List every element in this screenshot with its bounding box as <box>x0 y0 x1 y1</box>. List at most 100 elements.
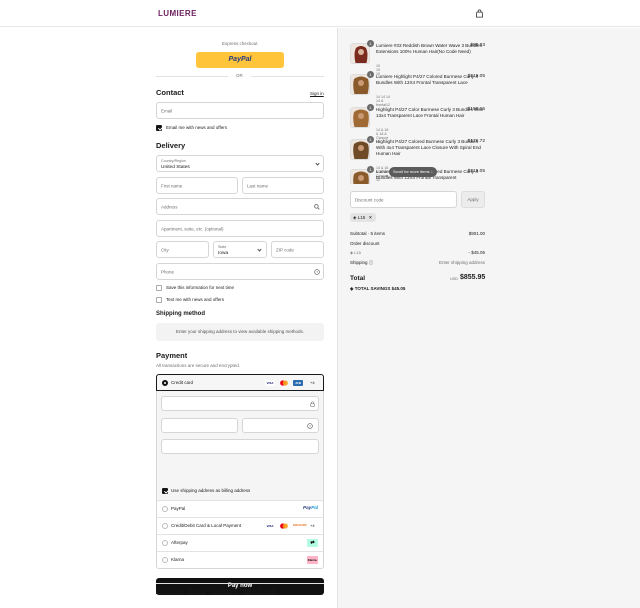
tag-icon: ◈ <box>350 250 354 255</box>
site-header: LUMIERE <box>0 0 640 27</box>
total-savings: ◈ TOTAL SAVINGS $45.05 <box>350 286 405 292</box>
afterpay-label: Afterpay <box>171 540 188 545</box>
card-form-area: ? Use shipping address as billing addres… <box>157 391 323 500</box>
paypal-express-button[interactable]: PayPal <box>196 52 284 68</box>
close-icon[interactable]: ✕ <box>369 215 373 220</box>
paypal-option-label: PayPal <box>171 506 186 511</box>
save-info-checkbox[interactable] <box>156 285 162 291</box>
discount-code-label: L15 <box>354 250 361 255</box>
product-image <box>350 107 370 128</box>
first-name-field[interactable]: First name <box>156 177 238 194</box>
klarna-radio[interactable] <box>162 557 168 563</box>
apply-button[interactable]: Apply <box>461 191 485 208</box>
item-price: $219.05 <box>467 74 485 79</box>
more-cards-count: +4 <box>310 380 315 385</box>
email-field[interactable]: Email <box>156 102 324 119</box>
product-image <box>350 139 370 160</box>
debit-card-label: Credit/Debit Card & Local Payment <box>171 523 242 528</box>
text-news-checkbox[interactable] <box>156 297 162 303</box>
mastercard-icon <box>279 523 289 529</box>
expiration-date-field[interactable] <box>161 418 238 433</box>
product-image <box>350 43 370 64</box>
chevron-down-icon <box>315 161 320 166</box>
total-label: Total <box>350 275 366 282</box>
email-news-checkbox[interactable] <box>156 125 162 131</box>
mastercard-icon <box>279 380 289 386</box>
card-number-field[interactable] <box>161 396 319 411</box>
name-on-card-field[interactable] <box>161 439 319 454</box>
credit-card-radio[interactable] <box>162 380 168 386</box>
privacy-policy-link[interactable]: Privacy policy <box>211 588 239 593</box>
paypal-option[interactable]: PayPal PayPal <box>157 500 323 517</box>
refund-policy-link[interactable]: Refund policy <box>156 588 183 593</box>
payment-subtitle: All transactions are secure and encrypte… <box>156 363 241 368</box>
shopping-bag-icon[interactable] <box>475 9 484 18</box>
afterpay-radio[interactable] <box>162 540 168 546</box>
brand-logo[interactable]: LUMIERE <box>158 9 197 18</box>
paypal-radio[interactable] <box>162 506 168 512</box>
lock-icon <box>310 401 315 407</box>
address-field[interactable]: Address <box>156 198 324 215</box>
shipping-policy-link[interactable]: Shipping <box>188 588 206 593</box>
tag-icon: ◈ <box>350 286 354 291</box>
country-select[interactable]: Country/Region United States <box>156 155 324 172</box>
more-cards-count: +4 <box>310 523 315 528</box>
chevron-down-icon <box>257 247 262 252</box>
help-icon[interactable]: ? <box>307 423 313 429</box>
discount-tag: ◈ L15 ✕ <box>350 213 377 222</box>
scroll-hint-pill[interactable]: Scroll for more items ↓ <box>389 167 437 177</box>
state-select[interactable]: State Iowa <box>213 241 267 258</box>
quantity-badge: 1 <box>367 71 374 78</box>
credit-card-option[interactable]: Credit card VISA JCB +4 <box>156 374 324 391</box>
product-image <box>350 74 370 95</box>
shipping-notice: Enter your shipping address to view avai… <box>156 323 324 341</box>
email-news-label: Email me with news and offers <box>166 125 227 130</box>
last-name-field[interactable]: Last name <box>242 177 324 194</box>
visa-icon: VISA <box>265 523 275 529</box>
scroll-hint-text: Scroll for more items <box>393 169 430 174</box>
shipping-row: Shipping ⓘ <box>350 260 373 266</box>
help-icon[interactable]: ? <box>314 269 320 275</box>
terms-of-service-link[interactable]: Terms of service <box>244 588 277 593</box>
shipping-value: Enter shipping address <box>438 260 485 265</box>
sign-in-link[interactable]: Sign in <box>310 91 324 96</box>
security-code-field[interactable]: ? <box>242 418 319 433</box>
svg-text:?: ? <box>309 424 311 428</box>
order-summary: 1 Lumiere #33 Reddish Brown Water Wave 3… <box>337 28 640 608</box>
quantity-badge: 1 <box>367 40 374 47</box>
country-label: Country/Region <box>161 159 186 163</box>
save-info-label: Save this information for next time <box>166 285 235 290</box>
klarna-option[interactable]: Klarna Klarna. <box>157 551 323 568</box>
visa-icon: VISA <box>265 380 275 386</box>
quantity-badge: 1 <box>367 104 374 111</box>
item-price: $219.05 <box>467 169 485 174</box>
apartment-field[interactable]: Apartment, suite, etc. (optional) <box>156 220 324 237</box>
currency-code: USD <box>450 277 459 281</box>
discount-code-field[interactable]: Discount code <box>350 191 457 208</box>
info-icon[interactable]: ⓘ <box>369 260 374 265</box>
address-placeholder: Address <box>161 204 178 209</box>
item-price: $176.72 <box>467 139 485 144</box>
billing-same-checkbox[interactable] <box>162 488 168 494</box>
phone-field[interactable]: Phone ? <box>156 263 324 280</box>
debit-card-option[interactable]: Credit/Debit Card & Local Payment VISA D… <box>157 517 323 534</box>
discount-placeholder: Discount code <box>355 197 384 202</box>
shipping-label: Shipping <box>350 260 368 265</box>
last-name-placeholder: Last name <box>247 183 269 188</box>
savings-label: TOTAL SAVINGS <box>354 286 391 291</box>
savings-value: $45.05 <box>391 286 406 291</box>
subtotal-value: $901.00 <box>468 231 485 236</box>
text-news-label: Text me with news and offers <box>166 297 224 302</box>
zip-field[interactable]: ZIP code <box>271 241 324 258</box>
paypal-label: PayPal <box>228 56 252 63</box>
zip-placeholder: ZIP code <box>276 247 294 252</box>
city-field[interactable]: City <box>156 241 209 258</box>
divider <box>156 76 228 77</box>
svg-text:?: ? <box>316 270 318 274</box>
subtotal-label: Subtotal · 5 items <box>350 231 386 236</box>
afterpay-option[interactable]: Afterpay ⇄ <box>157 534 323 551</box>
total-value: $855.95 <box>460 274 486 281</box>
phone-placeholder: Phone <box>161 269 175 274</box>
express-checkout-title: Express checkout <box>222 41 258 46</box>
debit-card-radio[interactable] <box>162 523 168 529</box>
